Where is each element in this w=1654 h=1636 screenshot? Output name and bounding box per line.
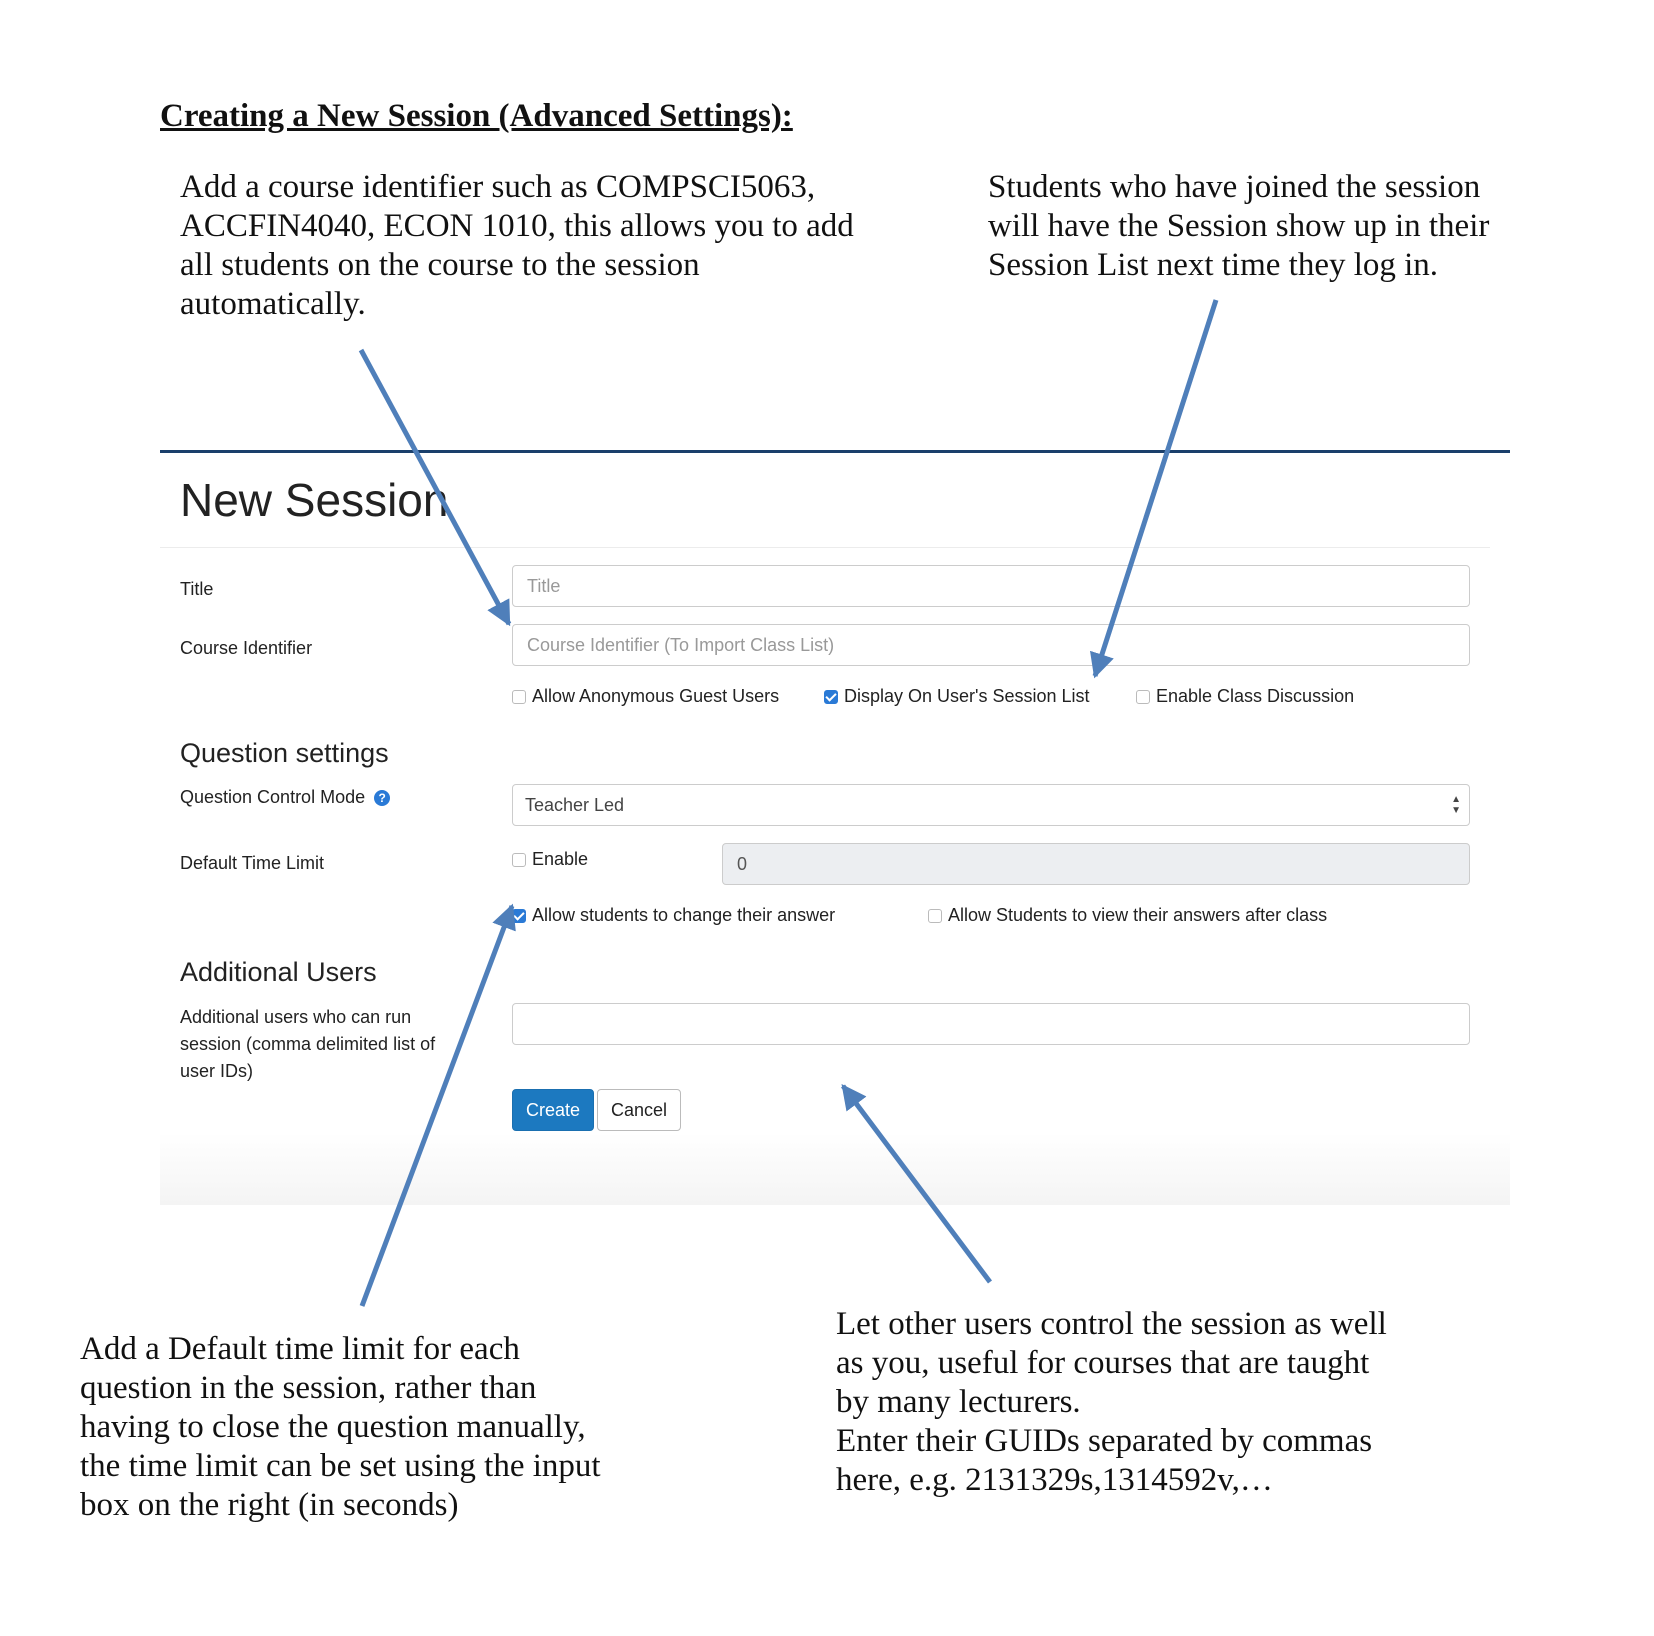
page-title: New Session — [180, 474, 449, 526]
display-on-session-list-checkbox[interactable]: Display On User's Session List — [824, 686, 1090, 707]
additional-users-heading: Additional Users — [180, 957, 377, 987]
title-label: Title — [180, 579, 214, 599]
checkbox-checked-icon — [824, 689, 838, 704]
note-line: Add a course identifier such as COMPSCI5… — [180, 169, 816, 205]
note-line: ACCFIN4040, ECON 1010, this allows you t… — [180, 208, 854, 244]
checkbox-icon — [512, 689, 526, 704]
note-line: having to close the question manually, — [80, 1409, 586, 1445]
session-list-note: Students who have joined the session wil… — [988, 168, 1489, 285]
note-line: Students who have joined the session — [988, 169, 1481, 205]
view-answers-checkbox[interactable]: Allow Students to view their answers aft… — [928, 905, 1327, 926]
note-line: automatically. — [180, 286, 366, 322]
time-limit-input[interactable] — [722, 843, 1470, 885]
note-line: box on the right (in seconds) — [80, 1487, 459, 1523]
checkbox-label: Allow Students to view their answers aft… — [948, 905, 1328, 925]
additional-users-label: Additional users who can run session (co… — [180, 1004, 435, 1085]
course-identifier-note: Add a course identifier such as COMPSCI5… — [180, 168, 854, 324]
cancel-button[interactable]: Cancel — [597, 1089, 682, 1131]
note-line: by many lecturers. — [836, 1384, 1081, 1420]
question-control-mode-text: Question Control Mode — [180, 787, 366, 807]
additional-users-note: Let other users control the session as w… — [836, 1305, 1387, 1500]
course-identifier-label: Course Identifier — [180, 638, 313, 658]
question-circle-icon[interactable]: ? — [374, 790, 391, 807]
new-session-form: New Session Title Course Identifier Allo… — [160, 450, 1510, 1205]
note-line: all students on the course to the sessio… — [180, 247, 700, 283]
checkbox-label: Enable — [532, 849, 589, 869]
note-line: Let other users control the session as w… — [836, 1306, 1387, 1342]
class-discussion-checkbox[interactable]: Enable Class Discussion — [1136, 686, 1354, 707]
time-limit-note: Add a Default time limit for each questi… — [80, 1330, 601, 1525]
default-time-limit-label: Default Time Limit — [180, 853, 325, 873]
checkbox-label: Allow students to change their answer — [532, 905, 836, 925]
checkbox-icon — [1136, 689, 1150, 704]
question-settings-heading: Question settings — [180, 738, 389, 768]
note-line: as you, useful for courses that are taug… — [836, 1345, 1370, 1381]
course-identifier-input[interactable] — [512, 624, 1470, 666]
selected-option: Teacher Led — [525, 795, 625, 815]
note-line: Add a Default time limit for each — [80, 1331, 520, 1367]
checkbox-label: Display On User's Session List — [844, 686, 1090, 706]
note-line: Enter their GUIDs separated by commas — [836, 1423, 1373, 1459]
document-heading: Creating a New Session (Advanced Setting… — [160, 98, 793, 134]
select-arrows-icon: ▲ ▼ — [1451, 794, 1461, 816]
label-line: Additional users who can run — [180, 1007, 412, 1027]
title-input[interactable] — [512, 565, 1470, 607]
note-line: here, e.g. 2131329s,1314592v,… — [836, 1462, 1273, 1498]
checkbox-checked-icon — [512, 908, 526, 923]
question-control-mode-select[interactable]: Teacher Led ▲ ▼ — [512, 784, 1470, 826]
label-line: session (comma delimited list of — [180, 1034, 436, 1054]
note-line: will have the Session show up in their — [988, 208, 1490, 244]
checkbox-icon — [512, 852, 526, 867]
checkbox-label: Allow Anonymous Guest Users — [532, 686, 780, 706]
anonymous-guests-checkbox[interactable]: Allow Anonymous Guest Users — [512, 686, 779, 707]
title-divider — [160, 547, 1490, 548]
question-control-mode-label: Question Control Mode ? — [180, 787, 391, 808]
create-button[interactable]: Create — [512, 1089, 595, 1131]
note-line: Session List next time they log in. — [988, 247, 1439, 283]
additional-users-input[interactable] — [512, 1003, 1470, 1045]
change-answer-checkbox[interactable]: Allow students to change their answer — [512, 905, 835, 926]
checkbox-label: Enable Class Discussion — [1156, 686, 1355, 706]
note-line: question in the session, rather than — [80, 1370, 537, 1406]
note-line: the time limit can be set using the inpu… — [80, 1448, 601, 1484]
time-limit-enable-checkbox[interactable]: Enable — [512, 849, 588, 870]
label-line: user IDs) — [180, 1061, 254, 1081]
checkbox-icon — [928, 908, 942, 923]
